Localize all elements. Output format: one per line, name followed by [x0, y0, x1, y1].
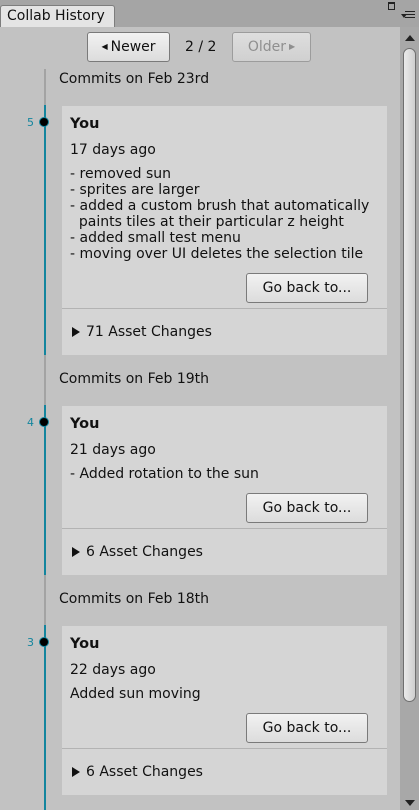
page-indicator: 2 / 2	[185, 39, 217, 55]
newer-button[interactable]: ◀ Newer	[87, 32, 170, 62]
commit-node-icon	[39, 417, 49, 427]
commit-time: 17 days ago	[70, 142, 156, 158]
timeline-line	[44, 405, 46, 575]
window-controls	[388, 1, 415, 23]
expand-triangle-icon	[72, 327, 80, 337]
go-back-button[interactable]: Go back to...	[246, 273, 368, 303]
go-back-button[interactable]: Go back to...	[246, 713, 368, 743]
go-back-button[interactable]: Go back to...	[246, 493, 368, 523]
commit-message: - removed sun - sprites are larger - add…	[70, 166, 370, 262]
commit-card: You 17 days ago - removed sun - sprites …	[62, 106, 387, 355]
divider	[62, 748, 387, 749]
asset-changes-toggle[interactable]: 71 Asset Changes	[72, 324, 212, 340]
tab-bar: Collab History	[0, 0, 419, 27]
pagination: ◀ Newer 2 / 2 Older ▶	[87, 32, 317, 62]
commit-author: You	[70, 116, 100, 132]
commit-author: You	[70, 636, 100, 652]
section-header: Commits on Feb 18th	[59, 591, 210, 607]
commit-number: 4	[27, 416, 34, 429]
divider	[62, 528, 387, 529]
scrollbar-thumb[interactable]	[403, 48, 416, 702]
commit-number: 3	[27, 636, 34, 649]
commit-node-icon	[39, 637, 49, 647]
timeline-line	[44, 69, 46, 105]
commit-card: You 22 days ago Added sun moving Go back…	[62, 626, 387, 795]
tab-collab-history[interactable]: Collab History	[0, 5, 115, 27]
asset-changes-toggle[interactable]: 6 Asset Changes	[72, 764, 203, 780]
arrow-right-icon: ▶	[289, 42, 296, 51]
commit-time: 22 days ago	[70, 662, 156, 678]
arrow-left-icon: ◀	[101, 42, 108, 51]
commit-time: 21 days ago	[70, 442, 156, 458]
asset-changes-toggle[interactable]: 6 Asset Changes	[72, 544, 203, 560]
section-header: Commits on Feb 19th	[59, 371, 210, 387]
history-panel: ◀ Newer 2 / 2 Older ▶ Commits on Feb 23rd …	[0, 27, 400, 810]
older-button[interactable]: Older ▶	[232, 32, 311, 62]
commit-node-icon	[39, 117, 49, 127]
timeline-line	[44, 355, 46, 405]
expand-triangle-icon	[72, 547, 80, 557]
timeline-line	[44, 625, 46, 810]
section-header: Commits on Feb 23rd	[59, 71, 210, 87]
scroll-up-icon[interactable]	[405, 35, 415, 41]
commit-message: - Added rotation to the sun	[70, 466, 259, 482]
expand-triangle-icon	[72, 767, 80, 777]
vertical-scrollbar[interactable]	[400, 27, 419, 810]
timeline-line	[44, 575, 46, 625]
maximize-icon[interactable]	[388, 2, 395, 10]
commit-author: You	[70, 416, 100, 432]
commit-card: You 21 days ago - Added rotation to the …	[62, 406, 387, 575]
divider	[62, 308, 387, 309]
commit-message: Added sun moving	[70, 686, 201, 702]
menu-icon[interactable]	[401, 9, 415, 21]
timeline-line	[44, 105, 46, 355]
commit-number: 5	[27, 116, 34, 129]
scroll-down-icon[interactable]	[405, 800, 415, 806]
